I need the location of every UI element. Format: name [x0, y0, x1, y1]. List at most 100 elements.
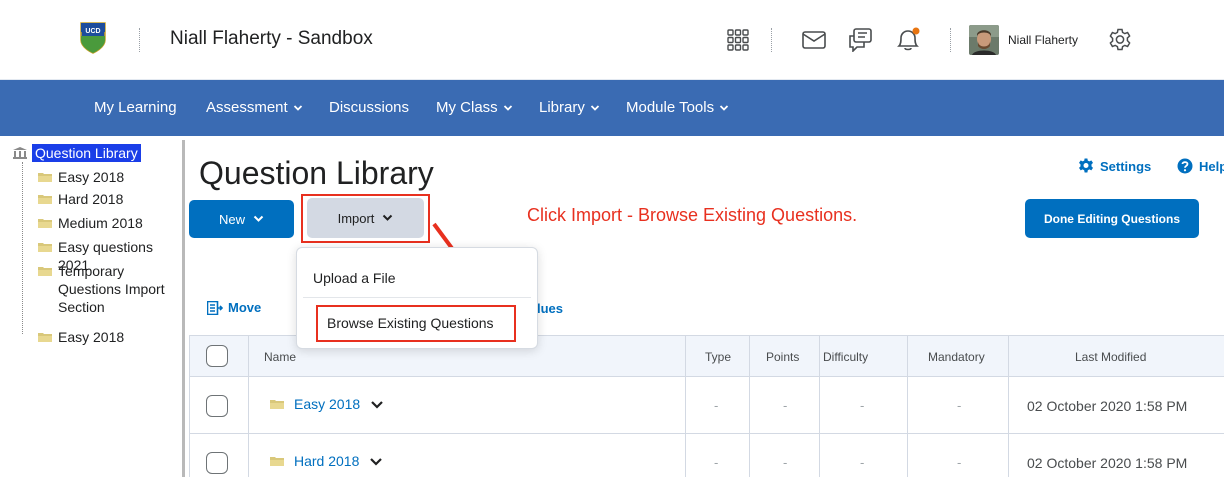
page-title: Question Library: [199, 155, 434, 191]
chevron-down-icon[interactable]: [369, 457, 383, 466]
help-label: Help: [1199, 158, 1224, 174]
chevron-down-icon: [293, 104, 302, 111]
new-button[interactable]: New: [189, 200, 294, 238]
move-icon: [207, 300, 223, 315]
header-divider: [771, 28, 772, 52]
cell-mandatory: -: [957, 455, 962, 470]
column-divider: [749, 335, 750, 477]
cell-last-modified: 02 October 2020 1:58 PM: [1027, 455, 1188, 471]
row-folder-link[interactable]: Hard 2018: [270, 453, 383, 469]
bell-icon[interactable]: [893, 25, 923, 55]
cell-type: -: [714, 455, 719, 470]
cell-mandatory: -: [957, 398, 962, 413]
instruction-annotation: Click Import - Browse Existing Questions…: [527, 205, 858, 225]
table-row: Hard 2018 - - - - 02 October 2020 1:58 P…: [189, 434, 1224, 477]
cell-type: -: [714, 398, 719, 413]
tree-item-label: Temporary Questions Import Section: [58, 263, 165, 315]
nav-module-tools[interactable]: Module Tools: [626, 99, 729, 116]
done-editing-button[interactable]: Done Editing Questions: [1025, 199, 1199, 238]
tree-root-label: Question Library: [32, 144, 141, 162]
tree-item-label: Easy 2018: [58, 329, 125, 345]
chat-bubble-icon[interactable]: [845, 25, 875, 55]
menu-item-upload-file[interactable]: Upload a File: [313, 270, 396, 286]
tree-item-hard-2018[interactable]: Hard 2018: [38, 190, 123, 208]
chevron-down-icon: [503, 104, 512, 111]
select-all-checkbox[interactable]: [206, 345, 228, 367]
tree-item-easy-2018-b[interactable]: Easy 2018: [38, 328, 124, 346]
row-checkbox[interactable]: [206, 395, 228, 417]
header-points[interactable]: Points: [766, 350, 799, 364]
library-icon: [13, 147, 27, 159]
row-name-label: Hard 2018: [294, 453, 360, 469]
nav-label: My Learning: [94, 99, 177, 116]
nav-label: Module Tools: [626, 99, 715, 116]
question-library-tree: Question Library Easy 2018 Hard 2018 Med…: [0, 140, 185, 477]
chevron-down-icon[interactable]: [370, 400, 384, 409]
move-button[interactable]: Move: [207, 300, 261, 315]
nav-label: My Class: [436, 99, 498, 116]
row-folder-link[interactable]: Easy 2018: [270, 396, 384, 412]
tree-root[interactable]: Question Library: [12, 144, 141, 162]
envelope-icon[interactable]: [799, 25, 829, 55]
nav-label: Discussions: [329, 99, 410, 116]
values-button-partial[interactable]: lues: [537, 301, 563, 316]
folder-icon: [38, 243, 52, 252]
cell-points: -: [783, 398, 788, 413]
header-name[interactable]: Name: [264, 350, 296, 364]
nav-label: Library: [539, 99, 585, 116]
course-navbar: My Learning Assessment Discussions My Cl…: [0, 80, 1224, 136]
org-title[interactable]: Niall Flaherty - Sandbox: [170, 28, 373, 50]
header-divider: [950, 28, 951, 52]
header-difficulty[interactable]: Difficulty: [823, 350, 868, 364]
user-avatar[interactable]: [969, 25, 999, 55]
gear-icon[interactable]: [1105, 25, 1135, 55]
nav-discussions[interactable]: Discussions: [329, 99, 409, 116]
cell-points: -: [783, 455, 788, 470]
tree-item-label: Easy 2018: [58, 169, 125, 185]
settings-link[interactable]: Settings: [1078, 158, 1151, 174]
ucd-logo[interactable]: UCD: [80, 22, 106, 54]
folder-icon: [270, 457, 284, 466]
cell-difficulty: -: [860, 398, 865, 413]
nav-my-learning[interactable]: My Learning: [94, 99, 177, 116]
folder-icon: [38, 267, 52, 276]
help-icon: [1177, 158, 1193, 174]
tree-item-temporary-import[interactable]: Temporary Questions Import Section: [38, 262, 178, 316]
column-divider: [1008, 335, 1009, 477]
header-divider: [139, 28, 140, 52]
top-header: UCD Niall Flaherty - Sandbox Niall Flahe…: [0, 0, 1224, 80]
nav-label: Assessment: [206, 99, 288, 116]
tree-item-easy-2018[interactable]: Easy 2018: [38, 168, 124, 186]
tree-item-label: Medium 2018: [58, 215, 143, 231]
questions-table: Name Type Points Difficulty Mandatory La…: [189, 335, 1224, 477]
header-type[interactable]: Type: [705, 350, 731, 364]
chevron-down-icon: [590, 104, 599, 111]
user-name[interactable]: Niall Flaherty: [1008, 33, 1078, 47]
help-link[interactable]: Help: [1177, 158, 1224, 174]
nav-my-class[interactable]: My Class: [436, 99, 513, 116]
svg-text:UCD: UCD: [85, 28, 100, 35]
settings-gear-icon: [1079, 158, 1093, 173]
tree-item-medium-2018[interactable]: Medium 2018: [38, 214, 143, 232]
header-last-modified[interactable]: Last Modified: [1075, 350, 1146, 364]
row-name-label: Easy 2018: [294, 396, 361, 412]
folder-icon: [270, 400, 284, 409]
tree-item-label: Hard 2018: [58, 191, 124, 207]
waffle-icon[interactable]: [723, 25, 753, 55]
nav-library[interactable]: Library: [539, 99, 600, 116]
import-highlight-box: [301, 194, 430, 243]
new-button-label: New: [218, 211, 245, 227]
chevron-down-icon: [719, 104, 729, 111]
settings-label: Settings: [1100, 158, 1152, 174]
folder-icon: [38, 333, 52, 342]
cell-last-modified: 02 October 2020 1:58 PM: [1027, 398, 1188, 414]
menu-divider: [303, 297, 531, 298]
row-checkbox[interactable]: [206, 452, 228, 474]
folder-icon: [38, 219, 52, 228]
column-divider: [685, 335, 686, 477]
move-label: Move: [228, 300, 262, 315]
nav-assessment[interactable]: Assessment: [206, 99, 303, 116]
browse-highlight-box: [316, 305, 516, 342]
header-mandatory[interactable]: Mandatory: [928, 350, 985, 364]
cell-difficulty: -: [860, 455, 865, 470]
